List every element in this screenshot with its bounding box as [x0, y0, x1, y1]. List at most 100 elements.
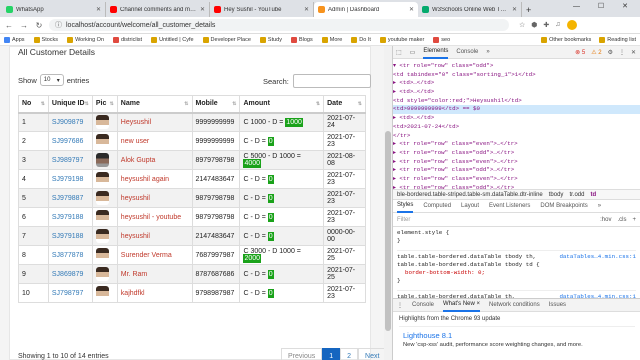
stylesheet-link[interactable]: dataTables…4.min.css:1 [559, 253, 636, 260]
dom-node-line[interactable]: ▾ <tr role="row" class="odd"> [393, 62, 640, 71]
star-icon[interactable]: ☆ [519, 21, 525, 29]
entries-select[interactable]: 10 ▾ [39, 74, 64, 86]
page-button[interactable]: 1 [322, 348, 341, 360]
breadcrumb-item[interactable]: tbody [549, 192, 564, 198]
error-count[interactable]: ⊗ 5 [575, 49, 585, 56]
dom-node-line[interactable]: <td>9999999999</td> == $0 [393, 105, 640, 115]
tab-more[interactable]: » [486, 49, 489, 55]
profile-avatar[interactable] [566, 20, 577, 30]
unique-id-link[interactable]: SJ798797 [47, 283, 93, 303]
bookmark-item[interactable]: seo [433, 36, 450, 43]
new-tab-button[interactable]: + [526, 2, 531, 17]
tab-close-icon[interactable]: ✕ [409, 6, 414, 13]
breadcrumb-item[interactable]: td [590, 192, 596, 198]
drawer-tab[interactable]: What's New × [443, 299, 481, 312]
bookmark-item[interactable]: Reading list [599, 37, 636, 43]
forward-icon[interactable]: → [18, 21, 30, 30]
column-header[interactable]: Unique ID ⇅ [47, 95, 93, 114]
previous-button[interactable]: Previous [281, 348, 323, 360]
bookmark-item[interactable]: More [321, 36, 342, 43]
browser-tab[interactable]: Admin | Dashboard ✕ [314, 2, 418, 17]
browser-tab[interactable]: Hey Sushil - YouTube ✕ [210, 2, 314, 17]
dom-node-line[interactable]: ▸ <tr role="row" class="odd">…</tr> [393, 166, 640, 175]
menu-dots-icon[interactable]: ⋮ [619, 49, 625, 56]
tab-elements[interactable]: Elements [423, 46, 449, 59]
unique-id-link[interactable]: SJ877878 [47, 245, 93, 265]
scrollbar-thumb[interactable] [385, 131, 391, 331]
column-header[interactable]: Amount ⇅ [239, 95, 325, 114]
tab-close-icon[interactable]: ✕ [200, 6, 205, 13]
bookmark-item[interactable]: Study [259, 36, 282, 43]
dom-node-line[interactable]: ▸ <td>…</td> [393, 79, 640, 88]
url-input[interactable]: ⓘ localhost/account/welcome/all_customer… [49, 19, 509, 31]
info-icon[interactable]: ⓘ [55, 20, 62, 30]
styles-subtab[interactable]: Layout [461, 203, 479, 209]
styles-subtab[interactable]: Computed [423, 203, 451, 209]
whats-new-item[interactable]: Lighthouse 8.1 New 'csp-xss' audit, perf… [399, 326, 635, 352]
dom-node-line[interactable]: ▸ <tr role="row" class="even">…</tr> [393, 140, 640, 149]
dom-node-line[interactable]: <td>2021-07-24</td> [393, 123, 640, 132]
tab-console[interactable]: Console [456, 49, 478, 55]
dom-node-line[interactable]: </tr> [393, 132, 640, 141]
next-button[interactable]: Next [358, 348, 384, 360]
tab-close-icon[interactable]: ✕ [512, 6, 517, 13]
filter-tool-button[interactable]: .cls [617, 217, 626, 223]
drawer-menu-icon[interactable]: ⋮ [397, 302, 403, 309]
bookmark-item[interactable]: districlist [113, 36, 142, 43]
filter-input[interactable]: Filter [397, 217, 410, 223]
styles-subtab[interactable]: Styles [397, 200, 414, 213]
styles-subtab[interactable]: Event Listeners [489, 203, 530, 209]
puzzle-icon[interactable]: ✚ [543, 21, 549, 29]
warning-count[interactable]: ⚠ 2 [591, 49, 601, 56]
bookmark-item[interactable]: Untitled | Cyfe [151, 36, 194, 43]
filter-tool-button[interactable]: :hov [600, 217, 611, 223]
dom-node-line[interactable]: <td tabindex="0" class="sorting_1">1</td… [393, 71, 640, 80]
tab-close-icon[interactable]: ✕ [96, 6, 101, 13]
settings-gear-icon[interactable]: ⚙ [608, 49, 613, 56]
column-header[interactable]: Pic ⇅ [91, 95, 118, 114]
page-button[interactable]: 2 [340, 348, 359, 360]
unique-id-link[interactable]: SJ979887 [47, 188, 93, 208]
unique-id-link[interactable]: SJ979188 [47, 207, 93, 227]
bookmark-item[interactable]: youtube maker [379, 36, 424, 43]
column-header[interactable]: Mobile ⇅ [191, 95, 241, 114]
column-header[interactable]: Name ⇅ [116, 95, 193, 114]
dom-node-line[interactable]: <td style="color:red;">Heysushil</td> [393, 97, 640, 106]
dom-node-line[interactable]: ▸ <td>…</td> [393, 88, 640, 97]
reload-icon[interactable]: ↻ [33, 21, 45, 30]
dom-node-line[interactable]: ▸ <tr role="row" class="even">…</tr> [393, 158, 640, 167]
drawer-tab[interactable]: Network conditions [489, 302, 540, 308]
column-header[interactable]: No ⇅ [18, 95, 49, 114]
bookmark-item[interactable]: Stocks [33, 36, 58, 43]
dom-node-line[interactable]: ▸ <tr role="row" class="odd">…</tr> [393, 149, 640, 158]
unique-id-link[interactable]: SJ989797 [47, 150, 93, 170]
unique-id-link[interactable]: SJ869879 [47, 264, 93, 284]
device-toolbar-icon[interactable]: ▭ [410, 49, 416, 56]
bookmark-item[interactable]: Developer Place [202, 36, 251, 43]
bookmark-item[interactable]: Blogs [290, 36, 313, 43]
back-icon[interactable]: ← [3, 21, 15, 30]
unique-id-link[interactable]: SJ979188 [47, 226, 93, 246]
column-header[interactable]: Date ⇅ [323, 95, 366, 114]
page-scrollbar[interactable] [384, 46, 392, 360]
extension-icon[interactable]: ⬢ [531, 21, 537, 29]
bookmark-item[interactable]: Do It [351, 36, 371, 43]
dom-node-line[interactable]: ▸ <td>…</td> [393, 114, 640, 123]
devtools-inspect-icon[interactable]: ⬚ [396, 49, 402, 56]
unique-id-link[interactable]: SJ909879 [47, 112, 93, 132]
styles-subtab[interactable]: » [598, 203, 601, 209]
filter-tool-button[interactable]: + [632, 217, 636, 223]
media-icon[interactable]: ♫ [555, 21, 560, 29]
drawer-tab[interactable]: Issues [549, 302, 566, 308]
search-input[interactable] [292, 74, 371, 88]
browser-tab[interactable]: WhatsApp ✕ [2, 2, 106, 17]
drawer-tab[interactable]: Console [412, 302, 434, 308]
unique-id-link[interactable]: SJ997686 [47, 131, 93, 151]
bookmark-item[interactable]: Working On [67, 36, 104, 43]
window-controls[interactable]: — ☐ ✕ [573, 2, 636, 10]
browser-tab[interactable]: Channel comments and mentions✕ [106, 2, 210, 17]
styles-subtab[interactable]: DOM Breakpoints [540, 203, 587, 209]
bookmark-item[interactable]: Other bookmarks [541, 37, 591, 43]
breadcrumb-item[interactable]: ble-bordered.table-striped.table-sm.data… [397, 192, 543, 198]
browser-tab[interactable]: W3Schools Online Web Tutorials✕ [418, 2, 522, 17]
